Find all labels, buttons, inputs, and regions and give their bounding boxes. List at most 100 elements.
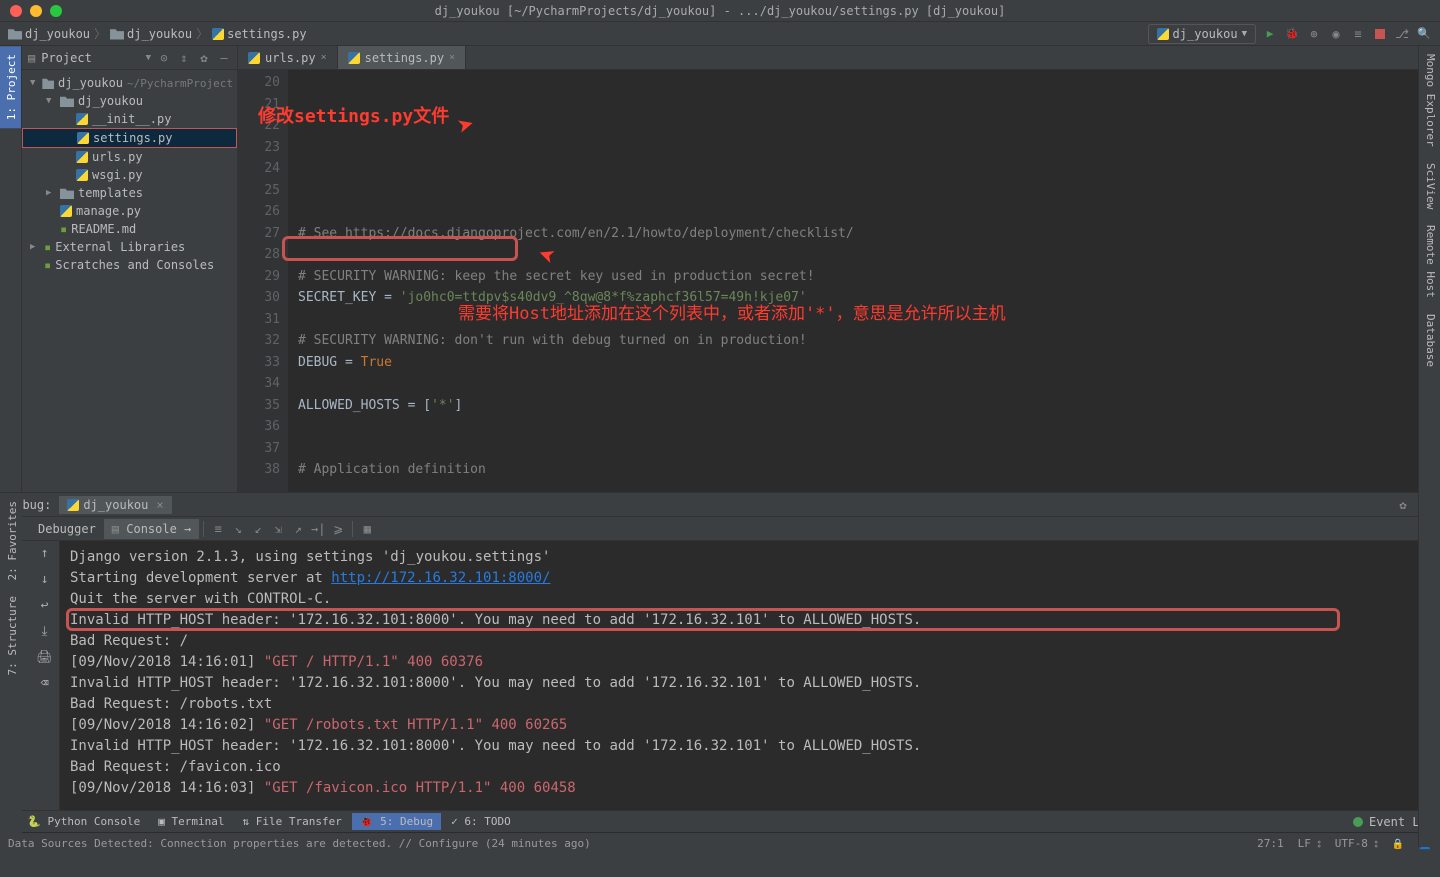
print-icon[interactable]: 🖨: [37, 649, 53, 665]
editor-tabs: urls.py×settings.py×: [238, 46, 1440, 70]
editor-tab-settings-py[interactable]: settings.py×: [338, 46, 467, 69]
mongo-explorer-button[interactable]: Mongo Explorer: [1419, 46, 1440, 155]
step-out-icon[interactable]: ↗: [288, 519, 308, 539]
layout-icon[interactable]: ▦: [357, 519, 377, 539]
py-icon: [60, 205, 72, 217]
tree-item-urls-py[interactable]: urls.py: [22, 148, 237, 166]
bottom-tab-File-Transfer[interactable]: ⇅ File Transfer: [235, 813, 350, 830]
settings-icon[interactable]: ✿: [197, 51, 211, 65]
debugger-tab[interactable]: Debugger: [30, 519, 104, 539]
right-tool-window-bar: Mongo Explorer SciView Remote Host Datab…: [1418, 46, 1440, 847]
run-button[interactable]: [1262, 26, 1278, 42]
up-stack-icon[interactable]: ↑: [37, 545, 53, 561]
scroll-to-end-icon[interactable]: ⤓: [37, 623, 53, 639]
lock-icon[interactable]: [1392, 837, 1404, 851]
project-tool-window-button[interactable]: 1: Project: [0, 46, 21, 128]
django-icon: [67, 499, 79, 511]
annotation-arrow-icon: ➤: [456, 113, 478, 138]
left-tool-window-bar: 1: Project: [0, 46, 22, 492]
maximize-window-button[interactable]: [50, 5, 62, 17]
favorites-button[interactable]: 2: Favorites: [0, 493, 22, 588]
clear-icon[interactable]: ⌫: [37, 675, 53, 691]
hide-icon[interactable]: —: [217, 51, 231, 65]
sciview-button[interactable]: SciView: [1419, 155, 1440, 217]
annotation-box: [282, 236, 518, 261]
tree-item-External-Libraries[interactable]: ▶▪External Libraries: [22, 238, 237, 256]
scratch-icon: ▪: [44, 258, 51, 272]
left-lower-tool-bar: 2: Favorites 7: Structure: [0, 493, 22, 833]
breadcrumb-item[interactable]: dj_youkou: [110, 27, 192, 41]
code-content[interactable]: 修改settings.py文件 ➤ ➤ 需要将Host地址添加在这个列表中，或者…: [288, 70, 1440, 492]
tree-item-__init__-py[interactable]: __init__.py: [22, 110, 237, 128]
file-encoding[interactable]: UTF-8 ⦂: [1335, 837, 1378, 851]
bottom-tool-window-bar: ▣ 🐍 Python Console▣ Terminal⇅ File Trans…: [0, 810, 1440, 832]
event-indicator-icon: [1353, 817, 1363, 827]
annotation-text: 需要将Host地址添加在这个列表中，或者添加'*'，意思是允许所以主机: [458, 304, 1006, 326]
breadcrumb-item[interactable]: dj_youkou: [8, 27, 90, 41]
settings-icon[interactable]: ✿: [1396, 498, 1410, 512]
titlebar: dj_youkou [~/PycharmProjects/dj_youkou] …: [0, 0, 1440, 22]
tree-item-Scratches-and-Consoles[interactable]: ▪Scratches and Consoles: [22, 256, 237, 274]
breadcrumb: dj_youkou 〉 dj_youkou 〉 settings.py: [8, 25, 307, 42]
debug-button[interactable]: [1284, 26, 1300, 42]
folder-icon: [60, 187, 74, 199]
status-message[interactable]: Data Sources Detected: Connection proper…: [8, 837, 591, 850]
bottom-tab-Python-Console[interactable]: 🐍 Python Console: [19, 813, 148, 830]
tree-item-templates[interactable]: ▶templates: [22, 184, 237, 202]
editor-tab-urls-py[interactable]: urls.py×: [238, 46, 338, 69]
database-button[interactable]: Database: [1419, 306, 1440, 375]
folder-icon: [42, 77, 54, 89]
profile-button[interactable]: ◉: [1328, 26, 1344, 42]
evaluate-icon[interactable]: ⩾: [328, 519, 348, 539]
structure-button[interactable]: 7: Structure: [0, 588, 22, 683]
lib-icon: ▪: [44, 240, 51, 254]
run-config-label: dj_youkou: [1173, 27, 1238, 41]
force-step-into-icon[interactable]: ⇲: [268, 519, 288, 539]
navigation-bar: dj_youkou 〉 dj_youkou 〉 settings.py dj_y…: [0, 22, 1440, 46]
run-configuration-selector[interactable]: dj_youkou ▼: [1148, 24, 1256, 44]
vcs-button[interactable]: ⎇: [1394, 26, 1410, 42]
remote-host-button[interactable]: Remote Host: [1419, 217, 1440, 306]
tree-item-settings-py[interactable]: settings.py: [22, 128, 237, 148]
bottom-tab-Terminal[interactable]: ▣ Terminal: [150, 813, 232, 830]
step-into-my-code-icon[interactable]: ↙: [248, 519, 268, 539]
tree-item-dj_youkou[interactable]: ▼dj_youkou ~/PycharmProject: [22, 74, 237, 92]
close-window-button[interactable]: [10, 5, 22, 17]
step-over-icon[interactable]: ≡: [208, 519, 228, 539]
down-stack-icon[interactable]: ↓: [37, 571, 53, 587]
run-to-cursor-icon[interactable]: →|: [308, 519, 328, 539]
django-icon: [1157, 28, 1169, 40]
stop-button[interactable]: [1372, 26, 1388, 42]
cursor-position[interactable]: 27:1: [1257, 837, 1284, 851]
breadcrumb-item[interactable]: settings.py: [212, 27, 306, 41]
concurrency-button[interactable]: ≡: [1350, 26, 1366, 42]
tree-item-manage-py[interactable]: manage.py: [22, 202, 237, 220]
folder-icon: [60, 95, 74, 107]
py-icon: [76, 151, 88, 163]
console-output[interactable]: Django version 2.1.3, using settings 'dj…: [60, 541, 1440, 810]
folder-icon: [8, 28, 22, 40]
debug-session-label: dj_youkou: [83, 498, 148, 512]
project-panel-title: Project: [41, 51, 139, 65]
bottom-tab-5-Debug[interactable]: 🐞 5: Debug: [352, 813, 441, 830]
soft-wrap-icon[interactable]: ↩: [37, 597, 53, 613]
search-everywhere-button[interactable]: [1416, 26, 1432, 42]
line-separator[interactable]: LF ⦂: [1298, 837, 1321, 851]
run-with-coverage-button[interactable]: ⊕: [1306, 26, 1322, 42]
debug-tool-window: Debug: dj_youkou × ✿ — Debugger ▤ Consol…: [0, 492, 1440, 810]
tree-item-README-md[interactable]: ▪README.md: [22, 220, 237, 238]
console-tab[interactable]: ▤ Console →: [104, 519, 199, 539]
step-into-icon[interactable]: ↘: [228, 519, 248, 539]
scroll-from-source-icon[interactable]: ⊙: [157, 51, 171, 65]
bottom-tab-6-TODO[interactable]: ✓ 6: TODO: [443, 813, 519, 830]
tree-item-dj_youkou[interactable]: ▼dj_youkou: [22, 92, 237, 110]
collapse-all-icon[interactable]: ⇕: [177, 51, 191, 65]
line-gutter[interactable]: 20212223242526272829303132333435363738: [238, 70, 288, 492]
close-icon[interactable]: ×: [156, 498, 163, 512]
minimize-window-button[interactable]: [30, 5, 42, 17]
project-tree[interactable]: ▼dj_youkou ~/PycharmProject▼dj_youkou__i…: [22, 70, 237, 492]
md-icon: ▪: [60, 222, 67, 236]
py-icon: [76, 169, 88, 181]
tree-item-wsgi-py[interactable]: wsgi.py: [22, 166, 237, 184]
debug-session-tab[interactable]: dj_youkou ×: [59, 496, 171, 514]
